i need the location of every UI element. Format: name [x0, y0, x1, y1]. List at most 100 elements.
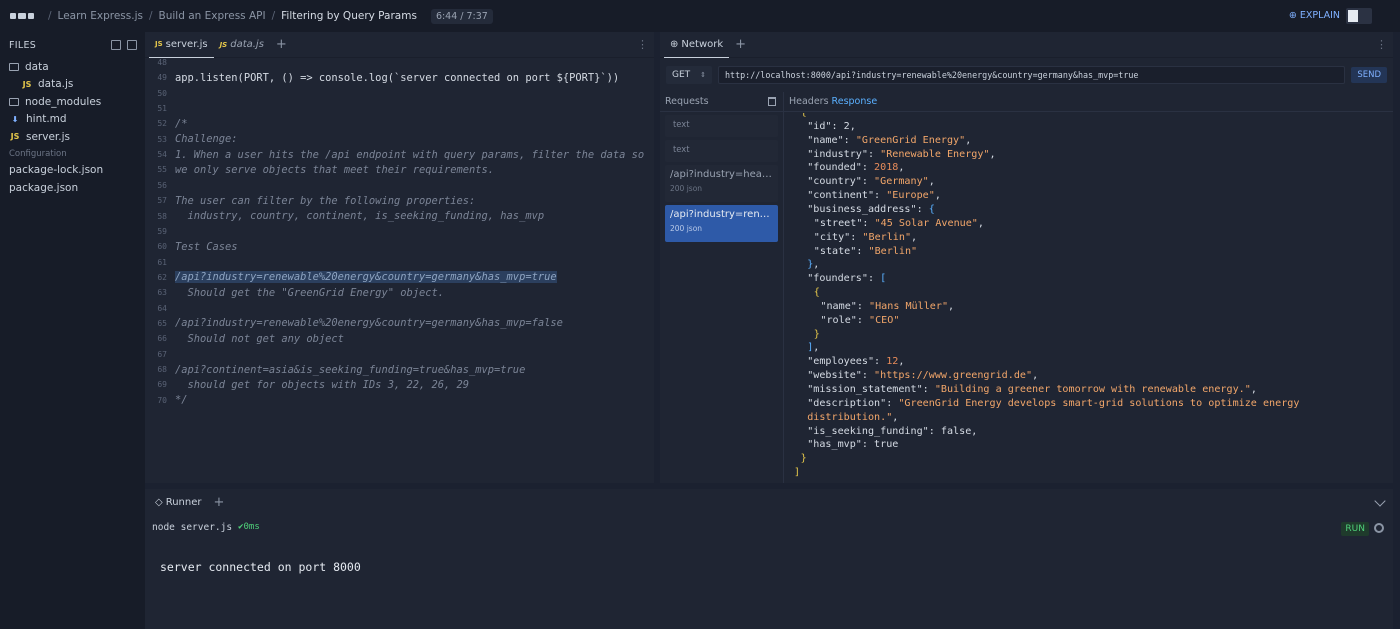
line-number: 63: [157, 288, 167, 298]
editor-menu-icon[interactable]: ⋮: [637, 38, 648, 51]
tab-data-js[interactable]: JS data.js: [214, 32, 270, 58]
response-tabs: Headers Response: [784, 92, 1393, 112]
json-line: }: [801, 453, 807, 467]
request-bar: GET ⇕ http://localhost:8000/api?industry…: [660, 64, 1393, 86]
json-line: },: [807, 259, 819, 273]
tab-runner[interactable]: ◇ Runner: [149, 489, 207, 515]
json-line: "founders": [: [807, 273, 886, 287]
json-token: "street":: [813, 217, 875, 229]
line-number: 64: [157, 303, 167, 313]
line-text: app.listen(PORT, () => console.log(`serv…: [175, 71, 620, 84]
json-token: true: [874, 439, 899, 451]
json-line: "name": "GreenGrid Energy",: [807, 135, 971, 149]
json-token: "founded":: [807, 162, 875, 174]
breadcrumb-course[interactable]: Learn Express.js: [58, 10, 143, 22]
json-line: "role": "CEO": [820, 315, 899, 329]
explain-label: EXPLAIN: [1299, 10, 1340, 21]
code-line: 50: [145, 86, 654, 101]
tab-headers[interactable]: Headers: [789, 96, 829, 107]
json-line: }: [814, 329, 820, 343]
request-item[interactable]: /api?industry=health... 200 json: [665, 165, 778, 202]
tab-network[interactable]: ⊕ Network: [664, 32, 730, 58]
code-line: 64: [145, 301, 654, 316]
code-line: 67: [145, 347, 654, 362]
add-tab-icon[interactable]: +: [213, 495, 224, 510]
json-token: "is_seeking_funding":: [807, 425, 941, 437]
add-tab-icon[interactable]: +: [276, 37, 287, 52]
json-line: "has_mvp": true: [807, 439, 898, 453]
line-number: 67: [157, 349, 167, 359]
line-number: 49: [157, 73, 167, 83]
json-token: ,: [989, 148, 996, 160]
tab-label: Network: [681, 38, 724, 50]
json-token: ,: [898, 162, 905, 174]
code-line: 66 Should not get any object: [145, 331, 654, 346]
json-token: [: [880, 273, 887, 285]
json-token: "employees":: [807, 356, 887, 368]
json-token: ,: [911, 231, 918, 243]
runner-status: node server.js ✔ 0ms: [145, 515, 1393, 539]
json-line: "employees": 12,: [807, 356, 904, 370]
network-menu-icon[interactable]: ⋮: [1376, 38, 1387, 51]
json-token: "name":: [820, 300, 870, 312]
json-line: ]: [794, 467, 800, 481]
code-line: 49 app.listen(PORT, () => console.log(`se…: [145, 70, 654, 85]
json-token: ]: [794, 467, 801, 479]
request-path: /api?industry=health...: [670, 169, 773, 180]
run-button[interactable]: RUN: [1341, 522, 1369, 536]
url-input[interactable]: http://localhost:8000/api?industry=renew…: [718, 66, 1346, 84]
code-area[interactable]: 48 49 app.listen(PORT, () => console.log(`…: [145, 59, 654, 483]
json-token: "state":: [813, 245, 869, 257]
js-file-icon: JS: [219, 40, 228, 49]
code-line: 55 we only serve objects that meet their …: [145, 162, 654, 177]
line-text: Test Cases: [175, 240, 238, 253]
json-token: "Berlin": [868, 245, 918, 257]
layout-toggle[interactable]: [1346, 8, 1372, 24]
json-line: "business_address": {: [807, 204, 935, 218]
file-item[interactable]: ▬package.json: [0, 53, 308, 197]
request-path: /api?industry=renew...: [670, 209, 773, 220]
line-text: Challenge:: [175, 133, 238, 146]
json-token: "Building a greener tomorrow with renewa…: [934, 384, 1251, 395]
json-line: "street": "45 Solar Avenue",: [814, 218, 984, 232]
code-line: 58 industry, country, continent, is_seek…: [145, 209, 654, 224]
tab-label: Runner: [165, 496, 202, 508]
json-token: {: [928, 203, 935, 215]
add-tab-icon[interactable]: +: [735, 37, 746, 52]
run-command: node server.js: [152, 521, 233, 533]
json-line: "state": "Berlin": [814, 246, 917, 260]
json-token: "Berlin": [862, 231, 912, 243]
app-logo[interactable]: [10, 13, 34, 19]
code-line: 56: [145, 178, 654, 193]
tab-server-js[interactable]: JS server.js: [149, 32, 214, 58]
run-timing: 0ms: [243, 522, 260, 532]
request-item[interactable]: text: [665, 115, 778, 137]
json-token: ,: [928, 176, 935, 188]
json-token: "founders":: [807, 273, 881, 285]
method-select[interactable]: GET ⇕: [666, 66, 712, 84]
json-line: "country": "Germany",: [807, 176, 935, 190]
send-button[interactable]: SEND: [1351, 67, 1387, 83]
line-number: 57: [157, 196, 167, 206]
line-text: /*: [175, 117, 188, 130]
new-folder-icon[interactable]: [127, 40, 137, 50]
json-token: "Renewable Energy": [880, 148, 990, 160]
line-text: Should not get any object: [175, 332, 344, 345]
tab-response[interactable]: Response: [832, 96, 878, 107]
json-line: "continent": "Europe",: [807, 190, 941, 204]
json-token: }: [800, 453, 807, 465]
json-token: 12: [886, 356, 899, 368]
json-token: "CEO": [869, 314, 900, 326]
request-item[interactable]: /api?industry=renew... 200 json: [665, 205, 778, 242]
trash-icon[interactable]: [768, 97, 776, 106]
request-item[interactable]: text: [665, 140, 778, 162]
json-line: "mission_statement": "Building a greener…: [807, 384, 1257, 398]
new-file-icon[interactable]: [111, 40, 121, 50]
json-token: }: [813, 328, 820, 340]
breadcrumb-module[interactable]: Build an Express API: [159, 10, 266, 22]
code-line: 61: [145, 255, 654, 270]
explain-button[interactable]: ⊕ EXPLAIN: [1289, 10, 1340, 21]
request-path: text: [673, 119, 690, 129]
gear-icon[interactable]: [1374, 523, 1384, 533]
line-number: 53: [157, 134, 167, 144]
